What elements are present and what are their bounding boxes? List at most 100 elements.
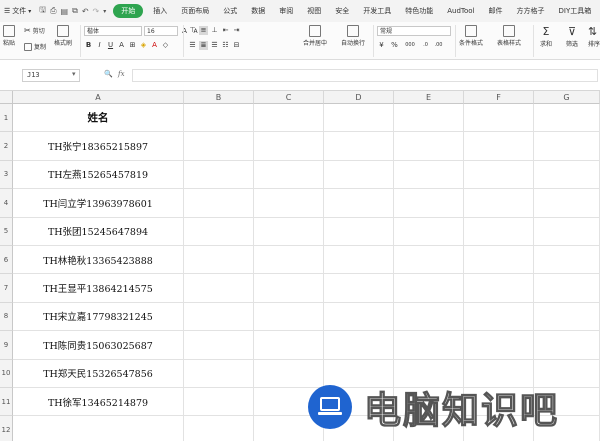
decrease-decimal-icon[interactable]: .00 bbox=[434, 41, 443, 50]
cell-e9[interactable] bbox=[394, 331, 464, 360]
paste-button[interactable]: 粘贴 bbox=[3, 25, 15, 47]
cell-d2[interactable] bbox=[324, 132, 394, 161]
cell-b7[interactable] bbox=[184, 274, 254, 303]
cell-c1[interactable] bbox=[254, 104, 324, 133]
cell-a3[interactable]: TH左燕15265457819 bbox=[13, 160, 184, 190]
cell-d8[interactable] bbox=[324, 302, 394, 332]
bold-button[interactable]: B bbox=[84, 41, 93, 50]
print-icon[interactable]: ⎙ bbox=[50, 6, 56, 16]
cell-b12[interactable] bbox=[184, 416, 254, 441]
cell-g8[interactable] bbox=[534, 302, 600, 332]
column-header-b[interactable]: B bbox=[184, 91, 254, 104]
percent-button[interactable]: % bbox=[390, 41, 399, 50]
cell-g6[interactable] bbox=[534, 246, 600, 275]
indent-increase-icon[interactable]: ⇥ bbox=[232, 26, 241, 35]
row-header-8[interactable]: 8 bbox=[0, 302, 13, 332]
cell-d9[interactable] bbox=[324, 331, 394, 360]
sort-button[interactable]: ⇅ 排序 bbox=[588, 25, 600, 48]
border-icon[interactable]: ⊞ bbox=[128, 41, 137, 50]
distributed-icon[interactable]: ⊟ bbox=[232, 41, 241, 50]
tab-12[interactable]: 方方格子 bbox=[510, 0, 552, 22]
tab-10[interactable]: AudTool bbox=[440, 0, 481, 22]
column-header-c[interactable]: C bbox=[254, 91, 324, 104]
redo-icon[interactable]: ↷ bbox=[93, 7, 100, 16]
tab-1[interactable]: 插入 bbox=[146, 0, 174, 22]
cell-g1[interactable] bbox=[534, 104, 600, 133]
row-header-2[interactable]: 2 bbox=[0, 132, 13, 161]
print-preview-icon[interactable]: ▤ bbox=[61, 7, 69, 16]
export-pdf-icon[interactable]: ⧉ bbox=[72, 6, 78, 16]
tab-13[interactable]: DIY工具箱 bbox=[552, 0, 599, 22]
cell-g9[interactable] bbox=[534, 331, 600, 360]
font-name-select[interactable]: 楷体 bbox=[84, 26, 142, 36]
cell-c4[interactable] bbox=[254, 189, 324, 218]
row-header-1[interactable]: 1 bbox=[0, 104, 13, 133]
tab-2[interactable]: 页面布局 bbox=[174, 0, 216, 22]
cell-a7[interactable]: TH王显平13864214575 bbox=[13, 274, 184, 303]
cell-a12[interactable] bbox=[13, 416, 184, 441]
cell-c6[interactable] bbox=[254, 246, 324, 275]
cell-b4[interactable] bbox=[184, 189, 254, 218]
tab-5[interactable]: 审阅 bbox=[272, 0, 300, 22]
cell-g7[interactable] bbox=[534, 274, 600, 303]
cell-e1[interactable] bbox=[394, 104, 464, 133]
row-header-11[interactable]: 11 bbox=[0, 388, 13, 417]
align-bottom-icon[interactable]: ⊥ bbox=[210, 26, 219, 35]
row-header-4[interactable]: 4 bbox=[0, 189, 13, 218]
cell-a11[interactable]: TH徐军13465214879 bbox=[13, 388, 184, 417]
column-header-e[interactable]: E bbox=[394, 91, 464, 104]
cell-f5[interactable] bbox=[464, 217, 534, 246]
cell-e5[interactable] bbox=[394, 217, 464, 246]
formula-input[interactable] bbox=[132, 69, 598, 82]
strikethrough-icon[interactable]: A bbox=[117, 41, 126, 50]
table-style-button[interactable]: 表格样式 bbox=[497, 25, 521, 47]
tab-3[interactable]: 公式 bbox=[216, 0, 244, 22]
column-header-g[interactable]: G bbox=[534, 91, 600, 104]
align-top-icon[interactable]: ⊤ bbox=[188, 26, 197, 35]
cell-d3[interactable] bbox=[324, 160, 394, 190]
conditional-format-button[interactable]: 条件格式 bbox=[459, 25, 483, 47]
tab-8[interactable]: 开发工具 bbox=[356, 0, 398, 22]
cell-b1[interactable] bbox=[184, 104, 254, 133]
cell-d7[interactable] bbox=[324, 274, 394, 303]
cell-g5[interactable] bbox=[534, 217, 600, 246]
select-all-corner[interactable] bbox=[0, 91, 13, 104]
cell-f8[interactable] bbox=[464, 302, 534, 332]
cell-c7[interactable] bbox=[254, 274, 324, 303]
cell-e7[interactable] bbox=[394, 274, 464, 303]
cell-c3[interactable] bbox=[254, 160, 324, 190]
font-size-select[interactable]: 16 bbox=[144, 26, 178, 36]
row-header-7[interactable]: 7 bbox=[0, 274, 13, 303]
tab-11[interactable]: 邮件 bbox=[482, 0, 510, 22]
justify-icon[interactable]: ☷ bbox=[221, 41, 230, 50]
cell-c5[interactable] bbox=[254, 217, 324, 246]
font-color-icon[interactable]: A bbox=[150, 41, 159, 50]
cell-b10[interactable] bbox=[184, 359, 254, 388]
align-center-icon[interactable]: ≣ bbox=[199, 41, 208, 50]
thousands-button[interactable]: 000 bbox=[403, 41, 417, 50]
cell-f6[interactable] bbox=[464, 246, 534, 275]
zoom-icon[interactable]: 🔍 bbox=[104, 70, 113, 78]
cell-g3[interactable] bbox=[534, 160, 600, 190]
cut-button[interactable]: ✂ 剪切 bbox=[24, 26, 45, 35]
save-icon[interactable]: 🖫 bbox=[39, 4, 46, 18]
column-header-f[interactable]: F bbox=[464, 91, 534, 104]
cell-e2[interactable] bbox=[394, 132, 464, 161]
cell-f7[interactable] bbox=[464, 274, 534, 303]
tab-9[interactable]: 特色功能 bbox=[398, 0, 440, 22]
cell-f1[interactable] bbox=[464, 104, 534, 133]
undo-icon[interactable]: ↶ bbox=[82, 7, 89, 16]
cell-a9[interactable]: TH陈同贵15063025687 bbox=[13, 331, 184, 360]
cell-e6[interactable] bbox=[394, 246, 464, 275]
indent-decrease-icon[interactable]: ⇤ bbox=[221, 26, 230, 35]
filter-button[interactable]: ⊽ 筛选 bbox=[566, 25, 578, 48]
align-right-icon[interactable]: ☰ bbox=[210, 41, 219, 50]
chevron-down-icon[interactable]: ▾ bbox=[103, 8, 106, 15]
format-painter-button[interactable]: 格式刷 bbox=[54, 25, 72, 47]
wrap-text-button[interactable]: 自动换行 bbox=[341, 25, 365, 47]
column-header-d[interactable]: D bbox=[324, 91, 394, 104]
cell-e3[interactable] bbox=[394, 160, 464, 190]
copy-button[interactable]: 复制 bbox=[24, 42, 46, 51]
row-header-12[interactable]: 12 bbox=[0, 416, 13, 441]
row-header-10[interactable]: 10 bbox=[0, 359, 13, 388]
